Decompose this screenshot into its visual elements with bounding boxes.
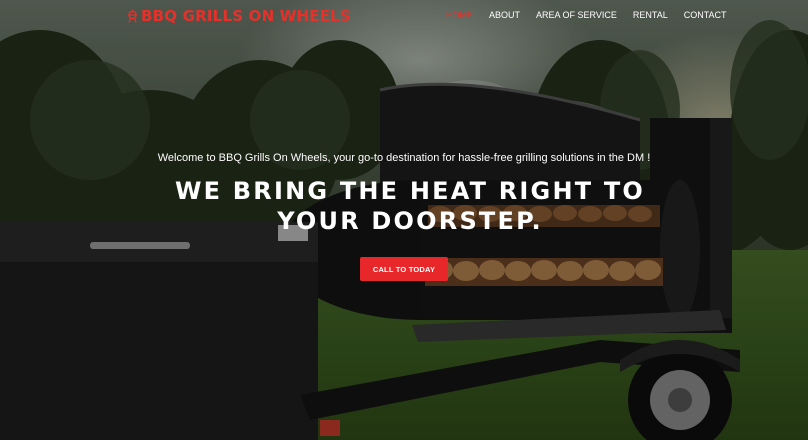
main-nav: HOME ABOUT AREA OF SERVICE RENTAL CONTAC… [446,9,743,21]
brand-logo-link[interactable]: BBQ GRILLS ON WHEELS [128,6,351,26]
nav-item-rental[interactable]: RENTAL [633,9,668,21]
hero-welcome-text: Welcome to BBQ Grills On Wheels, your go… [157,152,651,164]
nav-item-about[interactable]: ABOUT [489,9,520,21]
site-header: BBQ GRILLS ON WHEELS HOME ABOUT AREA OF … [0,0,808,34]
nav-item-contact[interactable]: CONTACT [684,9,727,21]
brand-name: BBQ GRILLS ON WHEELS [141,7,351,25]
call-to-action-button[interactable]: CALL TO TODAY [360,257,448,281]
nav-item-area-of-service[interactable]: AREA OF SERVICE [536,9,617,21]
hero-headline: WE BRING THE HEAT RIGHT TO YOUR DOORSTEP… [174,177,646,235]
nav-item-home[interactable]: HOME [446,9,473,21]
grill-icon [128,9,137,23]
